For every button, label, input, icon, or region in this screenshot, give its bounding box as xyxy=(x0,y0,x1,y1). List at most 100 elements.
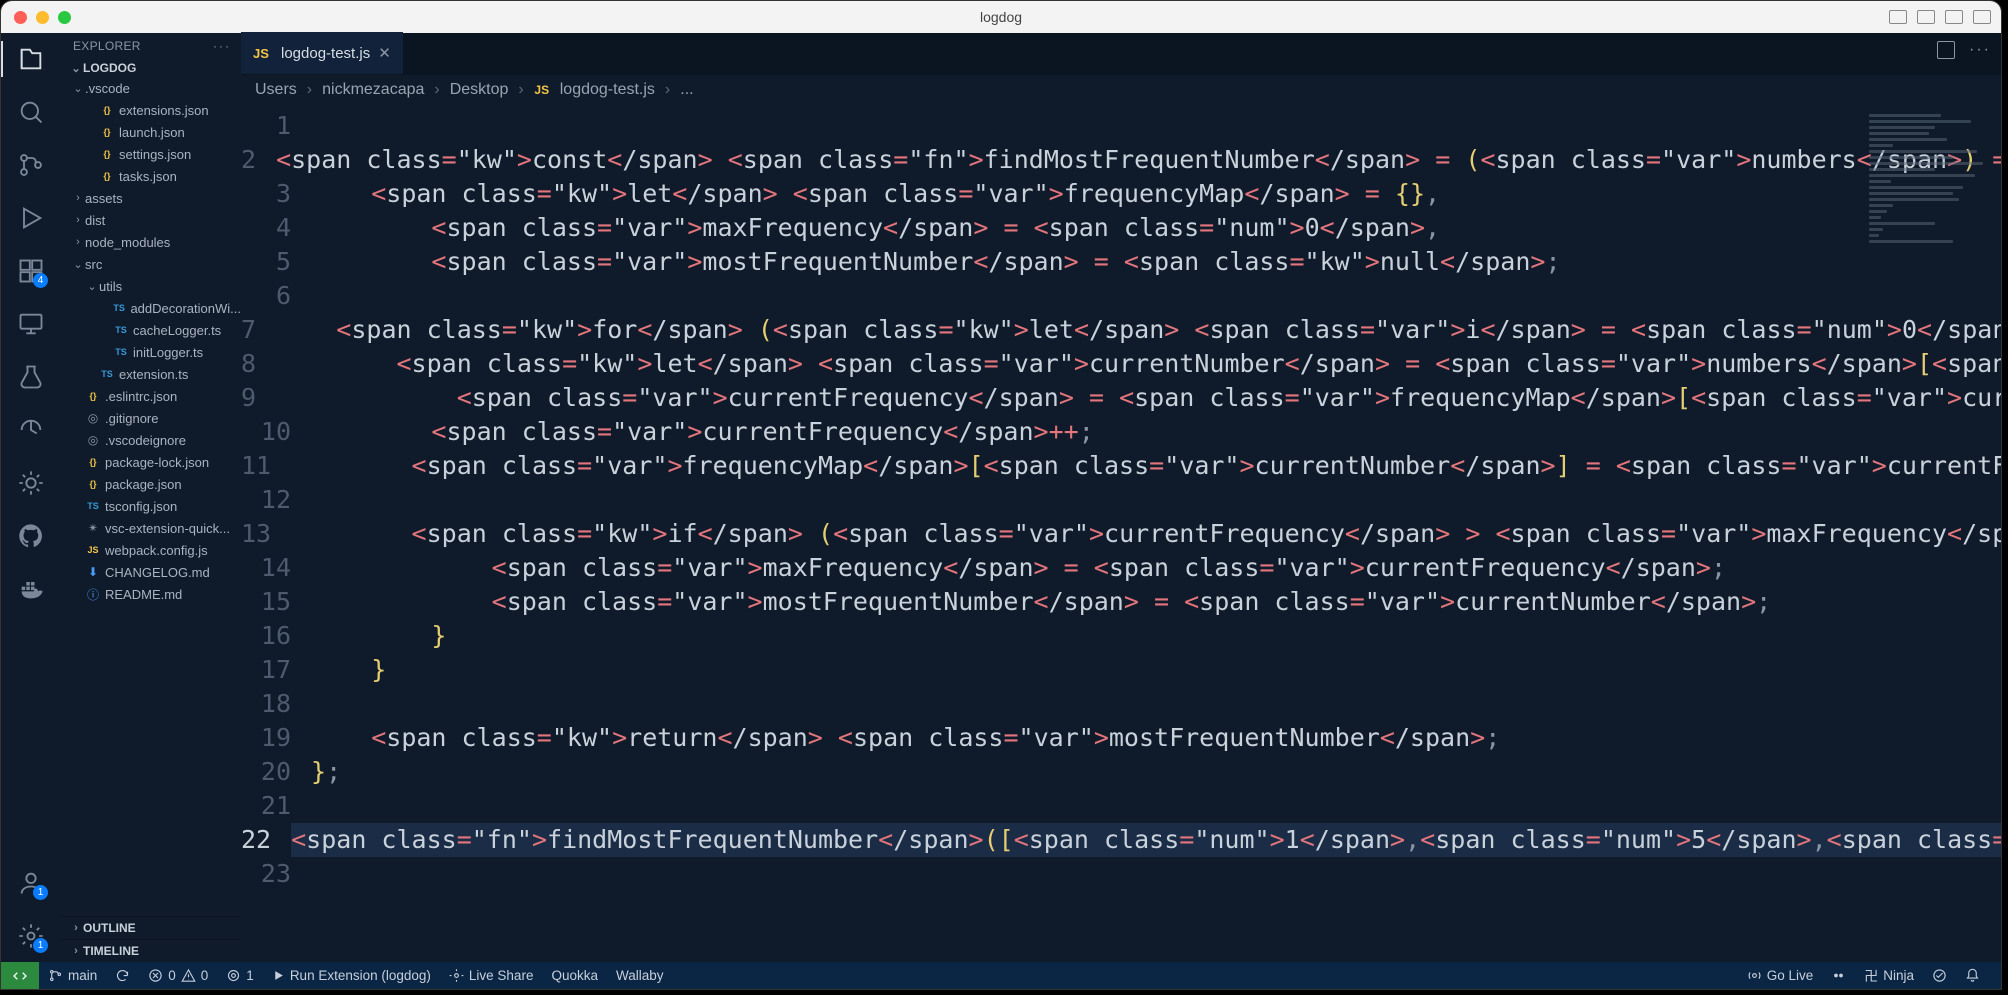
code-line[interactable]: 6 xyxy=(241,279,2001,313)
folder-header[interactable]: ⌄ LOGDOG xyxy=(61,59,241,77)
panel-bottom-icon[interactable] xyxy=(1917,10,1935,24)
github-icon[interactable] xyxy=(17,522,45,550)
git-branch[interactable]: main xyxy=(39,962,106,989)
code-line[interactable]: 18 xyxy=(241,687,2001,721)
tree-item[interactable]: {}extensions.json xyxy=(61,99,241,121)
run-extension[interactable]: Run Extension (logdog) xyxy=(263,962,440,989)
code-editor[interactable]: 12<span class="kw">const</span> <span cl… xyxy=(241,105,2001,962)
tree-item[interactable]: JSwebpack.config.js xyxy=(61,539,241,561)
code-line[interactable]: 8 <span class="kw">let</span> <span clas… xyxy=(241,347,2001,381)
close-tab-icon[interactable]: ✕ xyxy=(378,44,391,62)
code-line[interactable]: 9 <span class="var">currentFrequency</sp… xyxy=(241,381,2001,415)
maximize-window-icon[interactable] xyxy=(58,11,71,24)
code-line[interactable]: 13 <span class="kw">if</span> (<span cla… xyxy=(241,517,2001,551)
go-live[interactable]: Go Live xyxy=(1738,962,1823,989)
code-line[interactable]: 5 <span class="var">mostFrequentNumber</… xyxy=(241,245,2001,279)
code-text[interactable]: } xyxy=(311,619,2001,653)
git-sync[interactable] xyxy=(106,962,139,989)
code-text[interactable]: }; xyxy=(311,755,2001,789)
code-line[interactable]: 2<span class="kw">const</span> <span cla… xyxy=(241,143,2001,177)
minimap[interactable] xyxy=(1869,111,1989,251)
code-text[interactable]: <span class="fn">findMostFrequentNumber<… xyxy=(291,823,2001,857)
code-line[interactable]: 22<span class="fn">findMostFrequentNumbe… xyxy=(241,823,2001,857)
ninja-status[interactable]: 卍 Ninja xyxy=(1855,962,1923,989)
tree-item[interactable]: {}package.json xyxy=(61,473,241,495)
code-text[interactable] xyxy=(311,789,2001,823)
tree-item[interactable]: ⬇CHANGELOG.md xyxy=(61,561,241,583)
code-line[interactable]: 14 <span class="var">maxFrequency</span>… xyxy=(241,551,2001,585)
live-share-status[interactable]: Live Share xyxy=(440,962,543,989)
code-text[interactable]: <span class="kw">let</span> <span class=… xyxy=(276,347,2001,381)
manage-icon[interactable]: 1 xyxy=(17,922,45,950)
tab-logdog-test[interactable]: JS logdog-test.js ✕ xyxy=(241,32,403,74)
copilot-status[interactable] xyxy=(1822,962,1855,989)
breadcrumb-user[interactable]: nickmezacapa xyxy=(322,81,424,99)
sidebar-more-icon[interactable]: ··· xyxy=(213,39,231,53)
layout-icon[interactable] xyxy=(1973,10,1991,24)
code-line[interactable]: 17 } xyxy=(241,653,2001,687)
code-line[interactable]: 16 } xyxy=(241,619,2001,653)
breadcrumbs[interactable]: Users › nickmezacapa › Desktop › JS logd… xyxy=(241,75,2001,105)
code-line[interactable]: 15 <span class="var">mostFrequentNumber<… xyxy=(241,585,2001,619)
tree-item[interactable]: {}package-lock.json xyxy=(61,451,241,473)
code-text[interactable] xyxy=(311,109,2001,143)
minimize-window-icon[interactable] xyxy=(36,11,49,24)
liveshare-icon[interactable] xyxy=(17,416,45,444)
tree-item[interactable]: ›assets xyxy=(61,187,241,209)
tree-item[interactable]: TStsconfig.json xyxy=(61,495,241,517)
breadcrumb-users[interactable]: Users xyxy=(255,81,297,99)
copilot-icon[interactable] xyxy=(17,469,45,497)
tree-item[interactable]: ›node_modules xyxy=(61,231,241,253)
code-line[interactable]: 19 <span class="kw">return</span> <span … xyxy=(241,721,2001,755)
remote-explorer-icon[interactable] xyxy=(17,310,45,338)
code-text[interactable]: <span class="kw">let</span> <span class=… xyxy=(311,177,2001,211)
code-text[interactable]: <span class="kw">if</span> (<span class=… xyxy=(291,517,2001,551)
more-actions-icon[interactable]: ··· xyxy=(1969,41,1991,59)
tree-item[interactable]: ⌄.vscode xyxy=(61,77,241,99)
code-text[interactable] xyxy=(311,857,2001,891)
code-text[interactable]: <span class="kw">for</span> (<span class… xyxy=(276,313,2001,347)
code-line[interactable]: 3 <span class="kw">let</span> <span clas… xyxy=(241,177,2001,211)
notifications-icon[interactable] xyxy=(1956,962,1989,989)
tree-item[interactable]: ⌄utils xyxy=(61,275,241,297)
code-line[interactable]: 12 xyxy=(241,483,2001,517)
code-line[interactable]: 1 xyxy=(241,109,2001,143)
code-text[interactable] xyxy=(311,483,2001,517)
code-text[interactable]: <span class="var">currentFrequency</span… xyxy=(311,415,2001,449)
code-line[interactable]: 4 <span class="var">maxFrequency</span> … xyxy=(241,211,2001,245)
wallaby-status[interactable]: Wallaby xyxy=(607,962,673,989)
tree-item[interactable]: ⓘREADME.md xyxy=(61,583,241,605)
search-icon[interactable] xyxy=(17,98,45,126)
source-control-icon[interactable] xyxy=(17,151,45,179)
tree-item[interactable]: {}settings.json xyxy=(61,143,241,165)
ports[interactable]: 1 xyxy=(217,962,263,989)
tree-item[interactable]: TSextension.ts xyxy=(61,363,241,385)
breadcrumb-tail[interactable]: ... xyxy=(680,81,693,99)
code-text[interactable] xyxy=(311,687,2001,721)
tree-item[interactable]: ✴vsc-extension-quick... xyxy=(61,517,241,539)
close-window-icon[interactable] xyxy=(14,11,27,24)
code-line[interactable]: 20}; xyxy=(241,755,2001,789)
panel-right-icon[interactable] xyxy=(1945,10,1963,24)
run-debug-icon[interactable] xyxy=(17,204,45,232)
testing-icon[interactable] xyxy=(17,363,45,391)
breadcrumb-desktop[interactable]: Desktop xyxy=(450,81,509,99)
tree-item[interactable]: TSinitLogger.ts xyxy=(61,341,241,363)
code-line[interactable]: 23 xyxy=(241,857,2001,891)
outline-section[interactable]: ›OUTLINE xyxy=(61,916,241,939)
split-editor-icon[interactable] xyxy=(1937,41,1955,59)
prettier-status[interactable] xyxy=(1923,962,1956,989)
tree-item[interactable]: TScacheLogger.ts xyxy=(61,319,241,341)
code-text[interactable]: } xyxy=(311,653,2001,687)
code-text[interactable]: <span class="kw">const</span> <span clas… xyxy=(276,143,2001,177)
extensions-icon[interactable]: 4 xyxy=(17,257,45,285)
code-text[interactable]: <span class="var">mostFrequentNumber</sp… xyxy=(311,585,2001,619)
code-line[interactable]: 11 <span class="var">frequencyMap</span>… xyxy=(241,449,2001,483)
code-line[interactable]: 7 <span class="kw">for</span> (<span cla… xyxy=(241,313,2001,347)
tree-item[interactable]: {}.eslintrc.json xyxy=(61,385,241,407)
panel-left-icon[interactable] xyxy=(1889,10,1907,24)
problems[interactable]: 0 0 xyxy=(139,962,217,989)
tree-item[interactable]: ›dist xyxy=(61,209,241,231)
tree-item[interactable]: TSaddDecorationWi... xyxy=(61,297,241,319)
code-line[interactable]: 21 xyxy=(241,789,2001,823)
